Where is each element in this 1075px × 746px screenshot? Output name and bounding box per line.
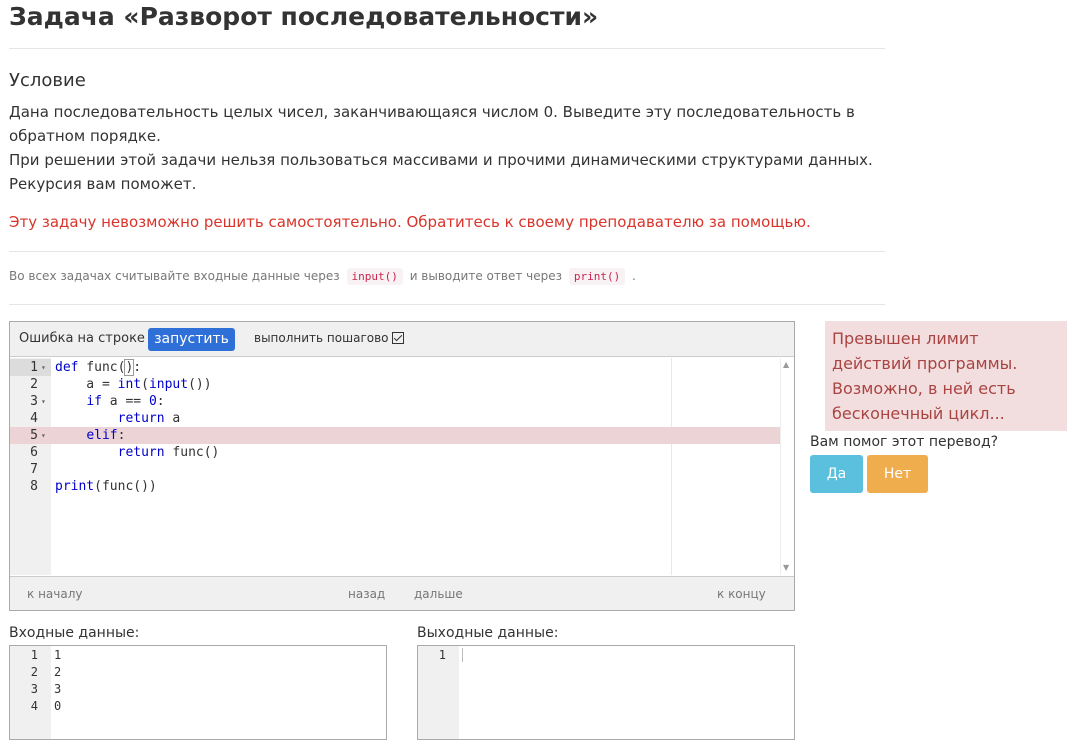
nav-to-end-button[interactable]: к концу [717, 587, 766, 601]
condition-paragraph-2: При решении этой задачи нельзя пользоват… [9, 151, 873, 193]
input-line[interactable]: 33 [10, 681, 380, 698]
code-text: print(func()) [55, 479, 157, 494]
line-number: 4 [30, 411, 38, 426]
line-number: 7 [30, 462, 38, 477]
input-text: 0 [54, 699, 62, 713]
step-by-step-label: выполнить пошагово [254, 331, 389, 345]
line-number: 2 [30, 377, 38, 392]
code-text: a = int(input()) [55, 377, 212, 392]
error-line-label: Ошибка на строке 5 [19, 331, 158, 346]
divider [9, 304, 885, 305]
fold-toggle-icon[interactable]: ▾ [41, 427, 46, 444]
line-number: 3 [30, 682, 38, 696]
io-hint: Во всех задачах считывайте входные данны… [9, 268, 636, 285]
line-number: 6 [30, 445, 38, 460]
line-number: 1 [438, 648, 446, 662]
code-input[interactable]: 1 ▾ def func(): 2 a = int(input()) 3 ▾ if a =… [10, 358, 794, 575]
hint-text-after: . [632, 269, 636, 283]
divider [9, 48, 885, 49]
nav-forward-button[interactable]: дальше [414, 587, 463, 601]
code-line[interactable]: 2 a = int(input()) [10, 376, 780, 393]
hint-text-before: Во всех задачах считывайте входные данны… [9, 269, 340, 283]
fold-toggle-icon[interactable]: ▾ [41, 359, 46, 376]
input-text: 3 [54, 682, 62, 696]
output-line[interactable]: 1 [418, 647, 788, 664]
fold-toggle-icon[interactable]: ▾ [41, 393, 46, 410]
feedback-yes-button[interactable]: Да [810, 455, 863, 493]
page-title: Задача «Разворот последовательности» [9, 2, 599, 31]
scroll-up-icon[interactable]: ▲ [783, 360, 789, 369]
nav-to-start-button[interactable]: к началу [27, 587, 82, 601]
code-editor-panel: Ошибка на строке 5 запустить выполнить п… [9, 321, 795, 611]
code-line[interactable]: 7 [10, 461, 780, 478]
input-line[interactable]: 40 [10, 698, 380, 715]
step-navigation: к началу назад дальше к концу [10, 576, 794, 610]
nav-back-button[interactable]: назад [348, 587, 385, 601]
step-by-step-checkbox[interactable] [391, 332, 404, 344]
code-line[interactable]: 5 ▾ elif: [10, 427, 780, 444]
line-number: 2 [30, 665, 38, 679]
code-text: if a == 0: [86, 394, 165, 409]
code-text: return a [117, 411, 181, 426]
line-number: 1 [30, 648, 38, 662]
feedback-question: Вам помог этот перевод? [810, 434, 999, 450]
line-number: 8 [30, 479, 38, 494]
code-text: return func() [117, 445, 220, 460]
condition-warning: Эту задачу невозможно решить самостоятел… [9, 213, 811, 231]
text-cursor [462, 648, 463, 662]
input-text: 1 [54, 648, 62, 662]
code-line[interactable]: 6 return func() [10, 444, 780, 461]
divider [9, 251, 885, 252]
hint-text-middle: и выводите ответ через [409, 269, 562, 283]
error-alert: Превышен лимит действий программы. Возмо… [825, 321, 1067, 431]
code-line[interactable]: 8 print(func()) [10, 478, 780, 495]
condition-heading: Условие [9, 70, 86, 91]
editor-toolbar: Ошибка на строке 5 запустить выполнить п… [10, 322, 794, 357]
vertical-scrollbar[interactable] [780, 358, 794, 575]
input-text: 2 [54, 665, 62, 679]
code-text: elif: [86, 428, 126, 443]
output-label: Выходные данные: [417, 625, 559, 641]
feedback-no-button[interactable]: Нет [867, 455, 928, 493]
code-text: def func(): [55, 359, 142, 376]
input-line[interactable]: 22 [10, 664, 380, 681]
hint-code-print: print() [568, 268, 626, 285]
input-line[interactable]: 11 [10, 647, 380, 664]
input-label: Входные данные: [9, 625, 140, 641]
run-button[interactable]: запустить [148, 328, 235, 351]
condition-paragraph-1: Дана последовательность целых чисел, зак… [9, 103, 855, 145]
input-editor[interactable]: 11223340 [9, 645, 387, 740]
scroll-down-icon[interactable]: ▼ [783, 563, 789, 572]
code-line[interactable]: 1 ▾ def func(): [10, 359, 780, 376]
code-line[interactable]: 4 return a [10, 410, 780, 427]
line-number: 4 [30, 699, 38, 713]
code-line[interactable]: 3 ▾ if a == 0: [10, 393, 780, 410]
output-editor[interactable]: 1 [417, 645, 795, 740]
hint-code-input: input() [346, 268, 403, 285]
step-by-step-toggle[interactable]: выполнить пошагово [254, 331, 404, 345]
